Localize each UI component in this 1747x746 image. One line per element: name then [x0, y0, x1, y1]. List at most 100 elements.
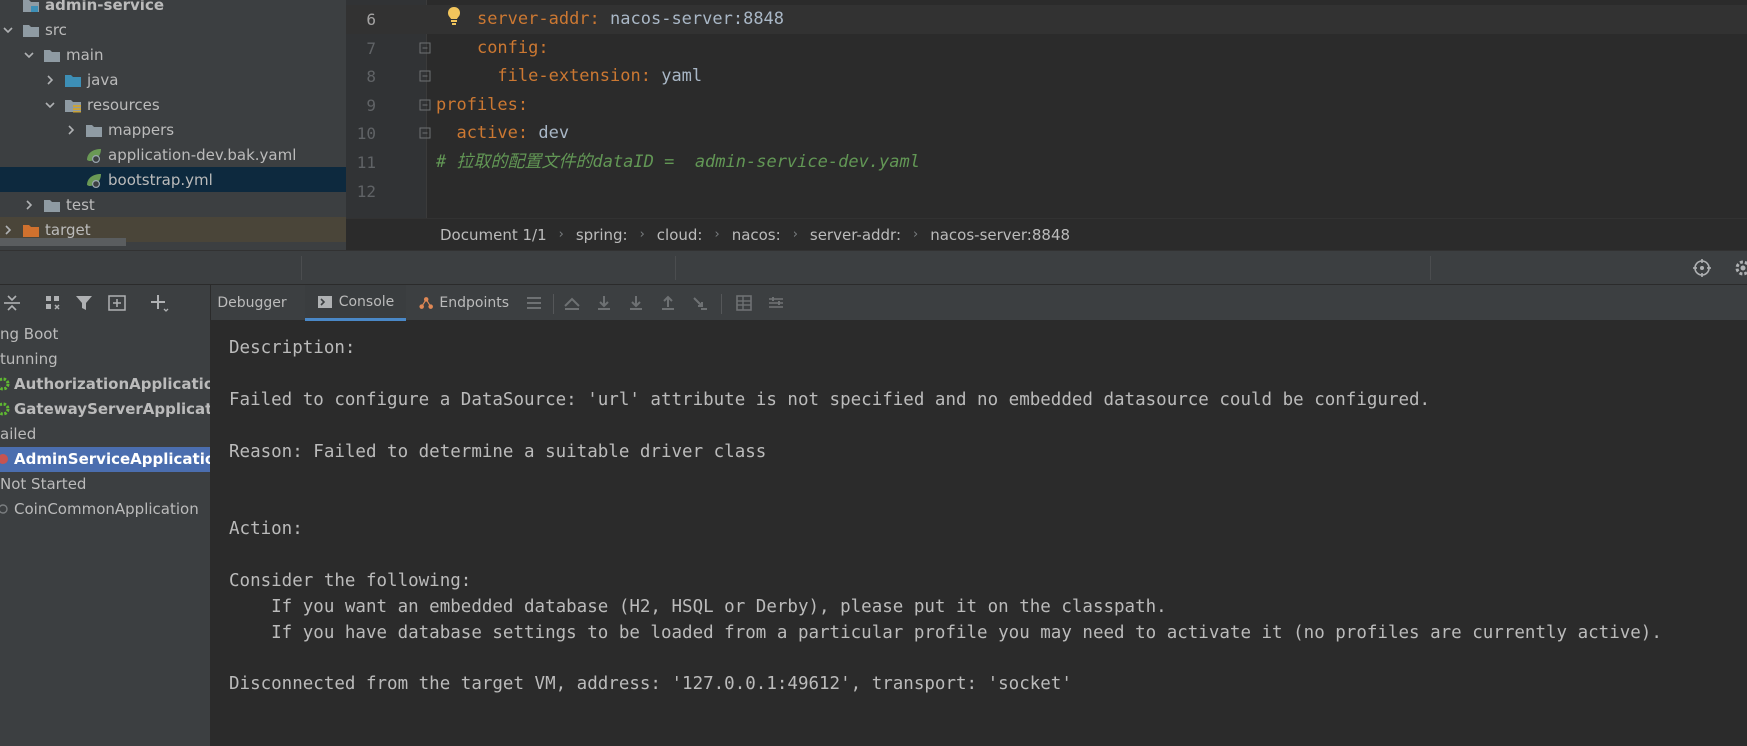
breadcrumb-item[interactable]: server-addr:: [810, 226, 901, 244]
tab-debugger[interactable]: Debugger: [211, 285, 293, 321]
service-group[interactable]: ailed: [0, 421, 210, 446]
service-label: ailed: [0, 424, 37, 443]
code-text: # 拉取的配置文件的dataID = admin-service-dev.yam…: [436, 148, 920, 177]
code-text: active: dev: [456, 123, 570, 144]
collapse-all-icon[interactable]: [2, 293, 22, 313]
tree-item-label: bootstrap.yml: [108, 170, 213, 189]
lightbulb-icon[interactable]: [446, 6, 462, 26]
breadcrumb-item[interactable]: cloud:: [657, 226, 703, 244]
tree-item[interactable]: admin-service: [0, 0, 346, 17]
target-icon[interactable]: [1692, 258, 1712, 278]
tree-item-label: target: [45, 220, 91, 239]
spring-idle-icon: [0, 502, 14, 516]
endpoints-icon: [419, 297, 433, 309]
trace-icon[interactable]: [767, 294, 785, 312]
line-number: 7: [366, 38, 376, 58]
service-item[interactable]: CoinCommonApplication: [0, 497, 210, 522]
line-number: 8: [366, 67, 376, 87]
show-execution-point-icon[interactable]: [563, 294, 581, 312]
excluded-folder-icon: [22, 222, 40, 238]
tree-item-label: admin-service: [45, 0, 165, 14]
breadcrumb-separator: ›: [714, 227, 720, 242]
chevron-right-icon[interactable]: [65, 124, 77, 136]
breadcrumb-item[interactable]: nacos-server:8848: [930, 226, 1070, 244]
breadcrumb-separator: ›: [913, 227, 919, 242]
tree-item[interactable]: resources: [0, 92, 346, 117]
tree-item[interactable]: mappers: [0, 117, 346, 142]
yaml-value: dev: [528, 123, 570, 144]
breadcrumb-separator: ›: [792, 227, 798, 242]
tree-item-label: java: [87, 70, 119, 89]
services-panel[interactable]: ng Boot tunning AuthorizationApplication :…: [0, 285, 211, 746]
fold-marker-icon[interactable]: [419, 99, 431, 111]
line-number: 10: [356, 124, 376, 144]
code-text: server-addr: nacos-server:8848: [476, 9, 785, 29]
service-item[interactable]: AuthorizationApplication :: [0, 371, 210, 396]
add-service-icon[interactable]: [150, 293, 170, 313]
evaluate-expression-icon[interactable]: [735, 294, 753, 312]
service-group[interactable]: Not Started: [0, 472, 210, 497]
service-label: Not Started: [0, 475, 87, 494]
service-label: AdminServiceApplication: [14, 450, 211, 468]
console-line: Disconnected from the target VM, address…: [229, 674, 1072, 695]
chevron-right-icon[interactable]: [23, 199, 35, 211]
chevron-down-icon[interactable]: [2, 24, 14, 36]
breadcrumb-item[interactable]: spring:: [576, 226, 628, 244]
console-line: Reason: Failed to determine a suitable d…: [229, 441, 767, 462]
filter-icon[interactable]: [74, 293, 94, 313]
console-line: Action:: [229, 519, 303, 540]
threads-icon[interactable]: [525, 294, 543, 312]
step-out-icon[interactable]: [659, 294, 677, 312]
fold-marker-icon[interactable]: [419, 127, 431, 139]
tab-endpoints[interactable]: Endpoints: [419, 285, 509, 321]
run-to-cursor-icon[interactable]: [691, 294, 709, 312]
breadcrumb-item[interactable]: nacos:: [732, 226, 781, 244]
resources-folder-icon: [64, 97, 82, 113]
tab-console[interactable]: Console: [305, 285, 406, 321]
chevron-right-icon[interactable]: [44, 74, 56, 86]
spring-running-icon: [0, 402, 14, 416]
service-label: ng Boot: [0, 324, 59, 343]
new-tab-icon[interactable]: [107, 293, 127, 313]
code-line: 10 active: dev: [346, 119, 1747, 148]
fold-marker-icon[interactable]: [419, 70, 431, 82]
chevron-down-icon[interactable]: [23, 49, 35, 61]
horizontal-scrollbar[interactable]: [0, 238, 126, 246]
tree-item[interactable]: application-dev.bak.yaml: [0, 142, 346, 167]
service-label: tunning: [0, 349, 58, 368]
yaml-key: server-addr: [476, 9, 590, 29]
folder-icon: [43, 47, 61, 63]
breadcrumb: Document 1/1 › spring: › cloud: › nacos: › serve…: [346, 218, 1747, 250]
breadcrumb-item[interactable]: Document 1/1: [440, 226, 547, 244]
chevron-down-icon[interactable]: [44, 99, 56, 111]
tree-item[interactable]: java: [0, 67, 346, 92]
service-group[interactable]: ng Boot: [0, 321, 210, 346]
tree-item[interactable]: test: [0, 192, 346, 217]
module-folder-icon: [22, 0, 40, 13]
console-line: If you have database settings to be load…: [229, 622, 1662, 643]
tree-item[interactable]: src: [0, 17, 346, 42]
step-into-icon[interactable]: [627, 294, 645, 312]
step-over-icon[interactable]: [595, 294, 613, 312]
yaml-key: active: [456, 123, 518, 144]
tab-console-label: Console: [338, 293, 395, 310]
service-item[interactable]: GatewayServerApplication: [0, 396, 210, 421]
chevron-right-icon[interactable]: [2, 224, 14, 236]
line-number: 6: [366, 10, 376, 29]
code-line: 6 server-addr: nacos-server:8848: [346, 5, 1747, 34]
service-item[interactable]: AdminServiceApplication: [0, 446, 211, 472]
group-by-icon[interactable]: [43, 293, 63, 313]
yaml-key: file-extension: [497, 66, 641, 87]
breadcrumb-separator: ›: [639, 227, 645, 242]
code-editor[interactable]: 6 server-addr: nacos-server:8848 7 config…: [346, 0, 1747, 218]
fold-marker-icon[interactable]: [419, 42, 431, 54]
project-tree[interactable]: admin-service src main java resources mappers…: [0, 0, 346, 250]
console-output[interactable]: Description: Failed to configure a DataSo…: [211, 321, 1747, 746]
tree-item[interactable]: bootstrap.yml: [0, 167, 346, 192]
gear-icon[interactable]: [1733, 258, 1747, 278]
console-icon: [317, 295, 332, 308]
tree-item[interactable]: main: [0, 42, 346, 67]
service-group[interactable]: tunning: [0, 346, 210, 371]
tab-debugger-label: Debugger: [217, 295, 287, 311]
code-line: 7 config:: [346, 34, 1747, 63]
